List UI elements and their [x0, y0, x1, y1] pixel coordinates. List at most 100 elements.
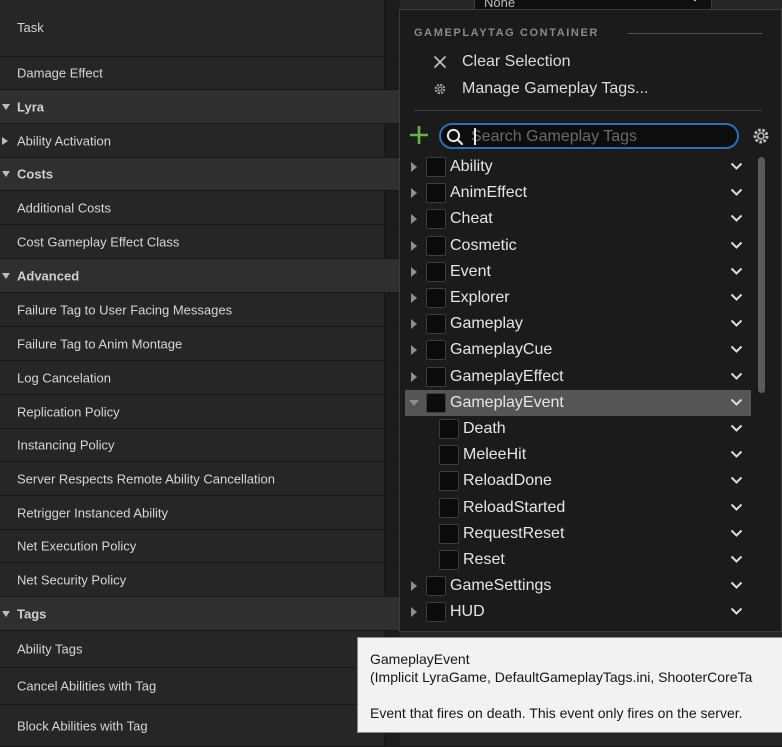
- expand-arrow-icon[interactable]: [411, 241, 417, 251]
- column-splitter[interactable]: [384, 191, 400, 224]
- tag-checkbox[interactable]: [426, 576, 446, 596]
- expand-arrow-icon[interactable]: [2, 136, 8, 145]
- chevron-down-icon[interactable]: [730, 555, 743, 564]
- column-splitter[interactable]: [384, 563, 400, 596]
- child-tag-row[interactable]: Death: [405, 416, 751, 442]
- expand-arrow-icon[interactable]: [411, 162, 417, 172]
- column-splitter[interactable]: [384, 361, 400, 394]
- tag-checkbox[interactable]: [439, 550, 459, 570]
- tag-row[interactable]: Ability: [405, 154, 751, 180]
- collapse-arrow-icon[interactable]: [409, 400, 419, 406]
- column-splitter[interactable]: [384, 530, 400, 562]
- column-splitter[interactable]: [384, 293, 400, 326]
- chevron-down-icon[interactable]: [730, 503, 743, 512]
- property-label: Server Respects Remote Ability Cancellat…: [17, 471, 275, 486]
- tag-name: Gameplay: [450, 315, 523, 332]
- tag-row[interactable]: GameplayEffect: [405, 364, 751, 390]
- column-splitter[interactable]: [384, 327, 400, 360]
- tag-name: Explorer: [450, 289, 510, 306]
- collapse-arrow-icon[interactable]: [2, 103, 10, 110]
- expand-arrow-icon[interactable]: [411, 607, 417, 617]
- tag-checkbox[interactable]: [426, 288, 446, 308]
- search-box[interactable]: [439, 123, 739, 149]
- chevron-down-icon[interactable]: [730, 162, 743, 171]
- tag-row[interactable]: AnimEffect: [405, 180, 751, 206]
- column-splitter[interactable]: [384, 57, 400, 89]
- column-splitter[interactable]: [384, 225, 400, 258]
- collapse-arrow-icon[interactable]: [2, 171, 10, 177]
- tag-checkbox[interactable]: [426, 157, 446, 177]
- tag-name: Event: [450, 263, 491, 280]
- chevron-down-icon[interactable]: [730, 345, 743, 354]
- column-splitter[interactable]: [384, 496, 400, 529]
- column-splitter[interactable]: [384, 0, 400, 56]
- search-input[interactable]: [471, 127, 733, 146]
- tag-row[interactable]: HUD: [405, 599, 751, 624]
- chevron-down-icon[interactable]: [730, 424, 743, 433]
- tag-row[interactable]: Explorer: [405, 285, 751, 311]
- tag-checkbox[interactable]: [439, 471, 459, 491]
- tag-row[interactable]: GameSettings: [405, 573, 751, 599]
- tag-checkbox[interactable]: [439, 524, 459, 544]
- collapse-arrow-icon[interactable]: [2, 610, 10, 617]
- chevron-down-icon[interactable]: [730, 476, 743, 485]
- child-tag-row[interactable]: Reset: [405, 547, 751, 573]
- column-splitter[interactable]: [384, 462, 400, 495]
- expand-arrow-icon[interactable]: [411, 372, 417, 382]
- expand-arrow-icon[interactable]: [411, 293, 417, 303]
- chevron-down-icon[interactable]: [730, 267, 743, 276]
- chevron-down-icon[interactable]: [730, 188, 743, 197]
- tag-checkbox[interactable]: [439, 419, 459, 439]
- column-splitter[interactable]: [384, 124, 400, 157]
- tag-checkbox[interactable]: [426, 314, 446, 334]
- expand-arrow-icon[interactable]: [411, 319, 417, 329]
- popup-header: GAMEPLAYTAG CONTAINER: [414, 27, 599, 39]
- property-label: Tags: [17, 606, 47, 621]
- tag-list-scrollbar[interactable]: [758, 157, 765, 393]
- tag-row[interactable]: GameplayEvent: [405, 390, 751, 416]
- chevron-down-icon[interactable]: [730, 241, 743, 250]
- expand-arrow-icon[interactable]: [411, 581, 417, 591]
- settings-gear-icon[interactable]: [751, 126, 771, 146]
- tag-row[interactable]: Gameplay: [405, 311, 751, 337]
- column-splitter[interactable]: [384, 395, 400, 428]
- tag-row[interactable]: Event: [405, 259, 751, 285]
- tag-checkbox[interactable]: [426, 340, 446, 360]
- expand-arrow-icon[interactable]: [411, 214, 417, 224]
- tag-row[interactable]: Cosmetic: [405, 233, 751, 259]
- tag-name: GameplayCue: [450, 341, 553, 358]
- tag-checkbox[interactable]: [426, 367, 446, 387]
- tag-checkbox[interactable]: [439, 498, 459, 518]
- column-splitter[interactable]: [384, 429, 400, 461]
- expand-arrow-icon[interactable]: [411, 267, 417, 277]
- child-tag-row[interactable]: ReloadDone: [405, 468, 751, 494]
- collapse-arrow-icon[interactable]: [2, 272, 10, 279]
- chevron-down-icon[interactable]: [730, 319, 743, 328]
- tooltip-description: Event that fires on death. This event on…: [370, 705, 743, 721]
- chevron-down-icon[interactable]: [730, 529, 743, 538]
- tag-checkbox[interactable]: [426, 209, 446, 229]
- chevron-down-icon[interactable]: [730, 293, 743, 302]
- child-tag-row[interactable]: RequestReset: [405, 521, 751, 547]
- child-tag-row[interactable]: MeleeHit: [405, 442, 751, 468]
- chevron-down-icon[interactable]: [730, 372, 743, 381]
- manage-gameplay-tags-label: Manage Gameplay Tags...: [462, 80, 649, 97]
- chevron-down-icon[interactable]: [730, 581, 743, 590]
- tag-checkbox[interactable]: [426, 262, 446, 282]
- add-tag-button[interactable]: [408, 124, 430, 146]
- tag-checkbox[interactable]: [426, 236, 446, 256]
- tag-row[interactable]: GameplayCue: [405, 337, 751, 363]
- tag-checkbox[interactable]: [439, 445, 459, 465]
- tag-row[interactable]: Cheat: [405, 206, 751, 232]
- chevron-down-icon[interactable]: [730, 398, 743, 407]
- chevron-down-icon[interactable]: [730, 214, 743, 223]
- chevron-down-icon[interactable]: [730, 607, 743, 616]
- tag-checkbox[interactable]: [426, 183, 446, 203]
- tag-checkbox[interactable]: [426, 602, 446, 622]
- chevron-down-icon[interactable]: [730, 450, 743, 459]
- tag-checkbox[interactable]: [426, 393, 446, 413]
- child-tag-row[interactable]: ReloadStarted: [405, 495, 751, 521]
- expand-arrow-icon[interactable]: [411, 188, 417, 198]
- property-label: Retrigger Instanced Ability: [17, 505, 169, 520]
- expand-arrow-icon[interactable]: [411, 345, 417, 355]
